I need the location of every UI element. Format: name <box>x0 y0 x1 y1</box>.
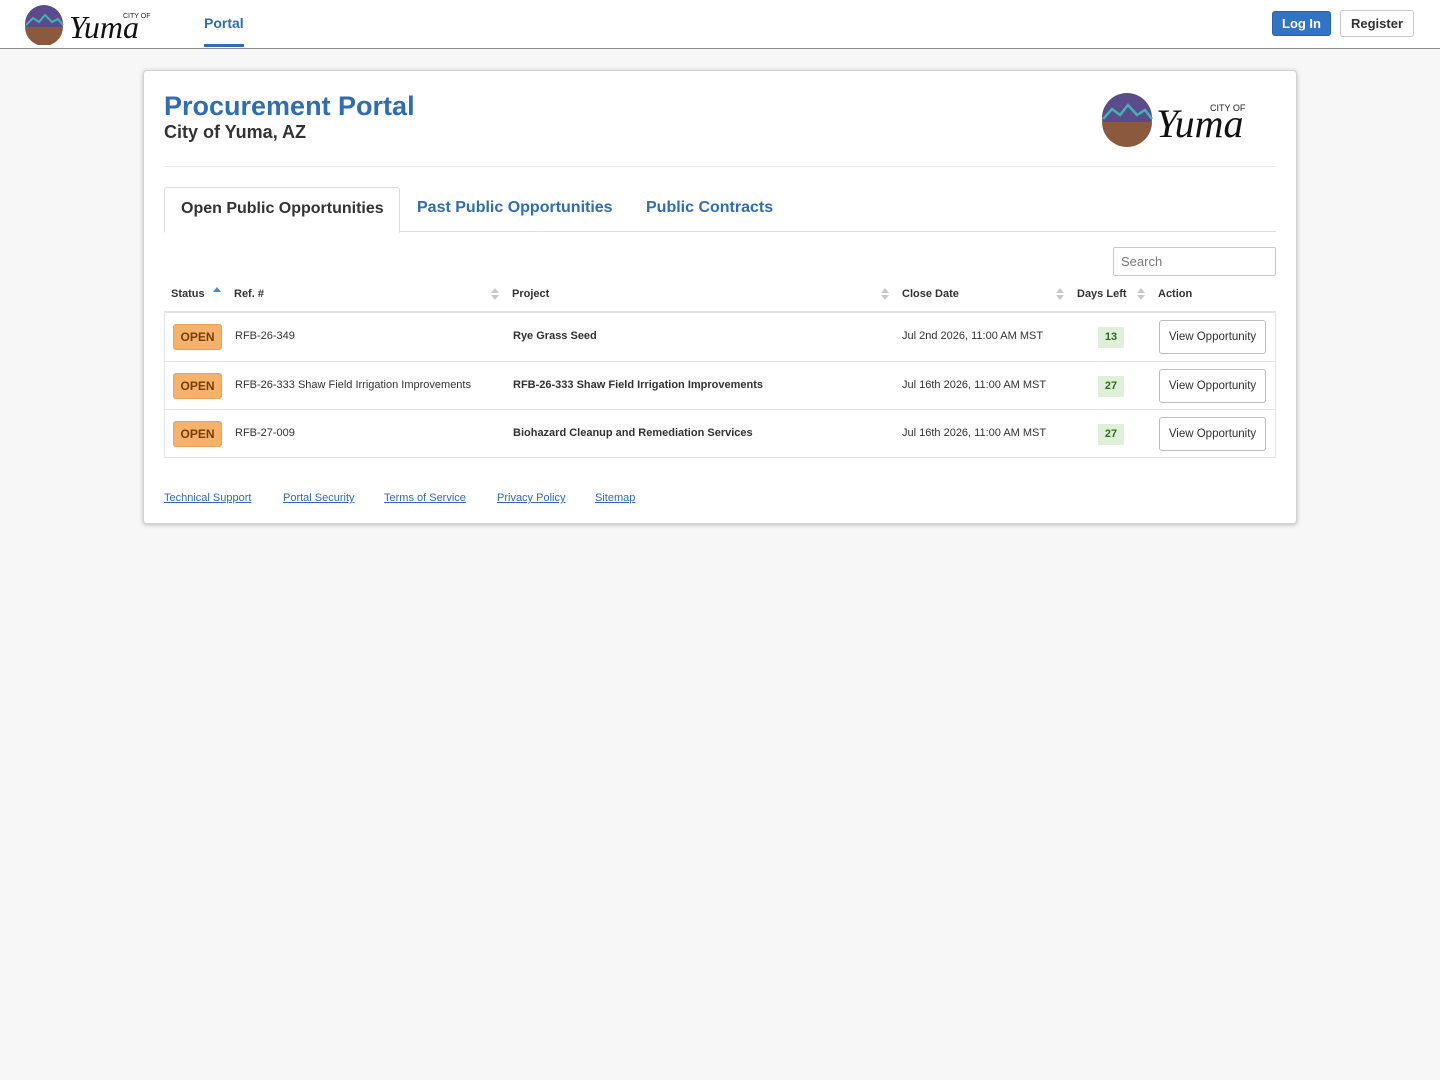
ref-cell: RFB-26-349 <box>235 330 295 342</box>
top-nav-bar: CITY OF Yuma Portal Log In Register <box>0 0 1440 49</box>
close-date-cell: Jul 2nd 2026, 11:00 AM MST <box>902 330 1044 342</box>
ref-cell: RFB-27-009 <box>235 427 295 439</box>
search-input[interactable] <box>1113 247 1276 276</box>
city-of-yuma-logo[interactable]: CITY OF Yuma <box>23 3 171 45</box>
logo-name: Yuma <box>69 9 139 45</box>
col-header-action: Action <box>1158 288 1193 300</box>
table-row: OPEN RFB-26-333 Shaw Field Irrigation Im… <box>165 361 1275 409</box>
tab-public-contracts[interactable]: Public Contracts <box>646 199 773 217</box>
nav-portal-link[interactable]: Portal <box>204 15 244 31</box>
project-cell: Rye Grass Seed <box>513 330 597 342</box>
col-header-status[interactable]: Status <box>171 288 205 300</box>
view-opportunity-button[interactable]: View Opportunity <box>1159 320 1266 354</box>
project-cell: Biohazard Cleanup and Remediation Servic… <box>513 427 753 439</box>
footer-link-privacy-policy[interactable]: Privacy Policy <box>497 492 565 504</box>
col-header-project[interactable]: Project <box>512 288 549 300</box>
view-opportunity-button[interactable]: View Opportunity <box>1159 369 1266 403</box>
col-header-close-date[interactable]: Close Date <box>902 288 959 300</box>
table-body: OPEN RFB-26-349 Rye Grass Seed Jul 2nd 2… <box>164 313 1276 458</box>
close-date-cell: Jul 16th 2026, 11:00 AM MST <box>902 427 1047 439</box>
status-badge: OPEN <box>173 373 222 399</box>
footer-link-technical-support[interactable]: Technical Support <box>164 492 251 504</box>
sort-icon[interactable] <box>1137 287 1145 301</box>
page-title: Procurement Portal <box>164 91 415 121</box>
project-cell: RFB-26-333 Shaw Field Irrigation Improve… <box>513 379 764 391</box>
table-row: OPEN RFB-27-009 Biohazard Cleanup and Re… <box>165 409 1275 457</box>
close-date-cell: Jul 16th 2026, 11:00 AM MST <box>902 379 1047 391</box>
nav-active-indicator <box>204 44 244 47</box>
view-opportunity-button[interactable]: View Opportunity <box>1159 417 1266 451</box>
footer-link-terms-of-service[interactable]: Terms of Service <box>384 492 466 504</box>
sort-icon[interactable] <box>1056 287 1064 301</box>
footer-link-sitemap[interactable]: Sitemap <box>595 492 635 504</box>
footer-link-portal-security[interactable]: Portal Security <box>283 492 355 504</box>
days-left-badge: 27 <box>1098 376 1124 397</box>
sort-icon[interactable] <box>881 287 889 301</box>
table-row: OPEN RFB-26-349 Rye Grass Seed Jul 2nd 2… <box>165 313 1275 361</box>
header-divider <box>164 166 1276 167</box>
days-left-badge: 27 <box>1098 424 1124 445</box>
tab-open-public-opportunities[interactable]: Open Public Opportunities <box>164 187 400 233</box>
tab-past-public-opportunities[interactable]: Past Public Opportunities <box>417 199 613 217</box>
city-of-yuma-logo-large: CITY OF Yuma <box>1102 93 1246 147</box>
sort-asc-icon[interactable] <box>213 286 221 300</box>
sort-icon[interactable] <box>491 287 499 301</box>
days-left-badge: 13 <box>1098 327 1124 348</box>
login-button[interactable]: Log In <box>1272 11 1331 36</box>
col-header-ref[interactable]: Ref. # <box>234 288 264 300</box>
status-badge: OPEN <box>173 421 222 447</box>
register-button[interactable]: Register <box>1340 10 1414 37</box>
status-badge: OPEN <box>173 324 222 350</box>
logo-large-name: Yuma <box>1156 101 1243 146</box>
page-subtitle: City of Yuma, AZ <box>164 122 307 142</box>
col-header-days-left[interactable]: Days Left <box>1077 288 1127 300</box>
portal-card: Procurement Portal City of Yuma, AZ CITY… <box>143 70 1297 524</box>
ref-cell: RFB-26-333 Shaw Field Irrigation Improve… <box>235 379 471 391</box>
